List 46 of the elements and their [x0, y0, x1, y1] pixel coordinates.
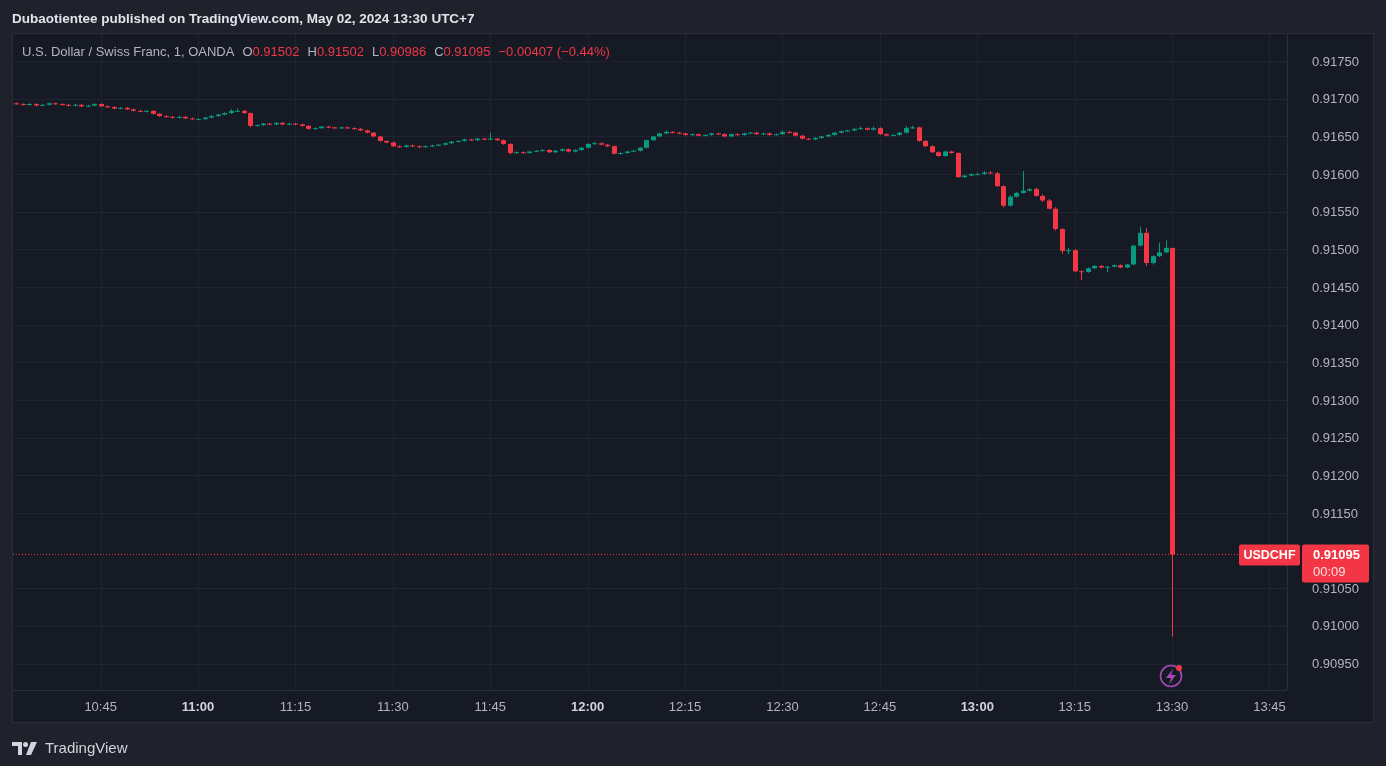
ohlc-label: O	[242, 43, 253, 61]
price-change: −0.00407 (−0.44%)	[498, 43, 610, 61]
time-axis-label: 11:45	[474, 699, 507, 714]
time-axis-label: 12:30	[766, 699, 799, 714]
price-axis-label: 0.91700	[1312, 91, 1359, 107]
time-axis-label: 12:45	[863, 699, 897, 714]
time-axis-label: 13:45	[1253, 699, 1286, 714]
ohlc-value: 0.91502	[316, 43, 364, 61]
price-axis-label: 0.91200	[1312, 467, 1359, 483]
last-price-tag: 0.91095 00:09	[1302, 544, 1369, 583]
time-axis-label: 12:15	[668, 699, 702, 714]
lightning-icon[interactable]	[1159, 664, 1183, 688]
time-axis-label: 13:00	[960, 699, 994, 714]
price-axis-label: 0.91650	[1312, 128, 1359, 144]
price-axis-label: 0.91500	[1312, 241, 1359, 257]
price-axis-label: 0.91250	[1312, 430, 1359, 446]
price-axis-label: 0.91000	[1312, 618, 1359, 634]
candlestick	[14, 102, 19, 105]
price-axis-label: 0.91550	[1312, 204, 1359, 220]
time-axis-label: 12:00	[571, 699, 605, 714]
instrument-title: U.S. Dollar / Swiss Franc, 1, OANDA	[22, 43, 235, 61]
ohlc-value: 0.91502	[252, 43, 300, 61]
price-axis-label: 0.91750	[1312, 53, 1359, 69]
publication-caption: Dubaotientee published on TradingView.com, May 02, 2024 13:30 UTC+7	[11, 10, 476, 28]
logo-text: TradingView	[45, 738, 128, 758]
price-axis-label: 0.91350	[1312, 354, 1359, 370]
price-axis-label: 0.91150	[1312, 505, 1359, 521]
price-axis-label: 0.91050	[1312, 580, 1359, 596]
time-axis-label: 11:30	[377, 699, 409, 714]
time-axis-label: 13:15	[1058, 699, 1091, 714]
ohlc-label: H	[307, 43, 317, 61]
price-axis-label: 0.91600	[1312, 166, 1359, 182]
time-axis-label: 13:30	[1155, 699, 1189, 714]
time-axis-label: 11:00	[181, 699, 215, 714]
time-axis-label: 11:15	[279, 699, 312, 714]
price-axis-label: 0.91450	[1312, 279, 1359, 295]
symbol-tag: USDCHF	[1239, 544, 1300, 566]
logo-icon	[12, 741, 37, 755]
price-axis-label: 0.91300	[1312, 392, 1359, 408]
ohlc-label: L	[371, 43, 380, 61]
ohlc-value: 0.91095	[443, 43, 491, 61]
ohlc-label: C	[434, 43, 444, 61]
price-axis-label: 0.91400	[1312, 317, 1359, 333]
ohlc-value: 0.90986	[379, 43, 427, 61]
time-axis-label: 10:45	[84, 699, 117, 714]
price-axis-label: 0.90950	[1312, 656, 1359, 672]
